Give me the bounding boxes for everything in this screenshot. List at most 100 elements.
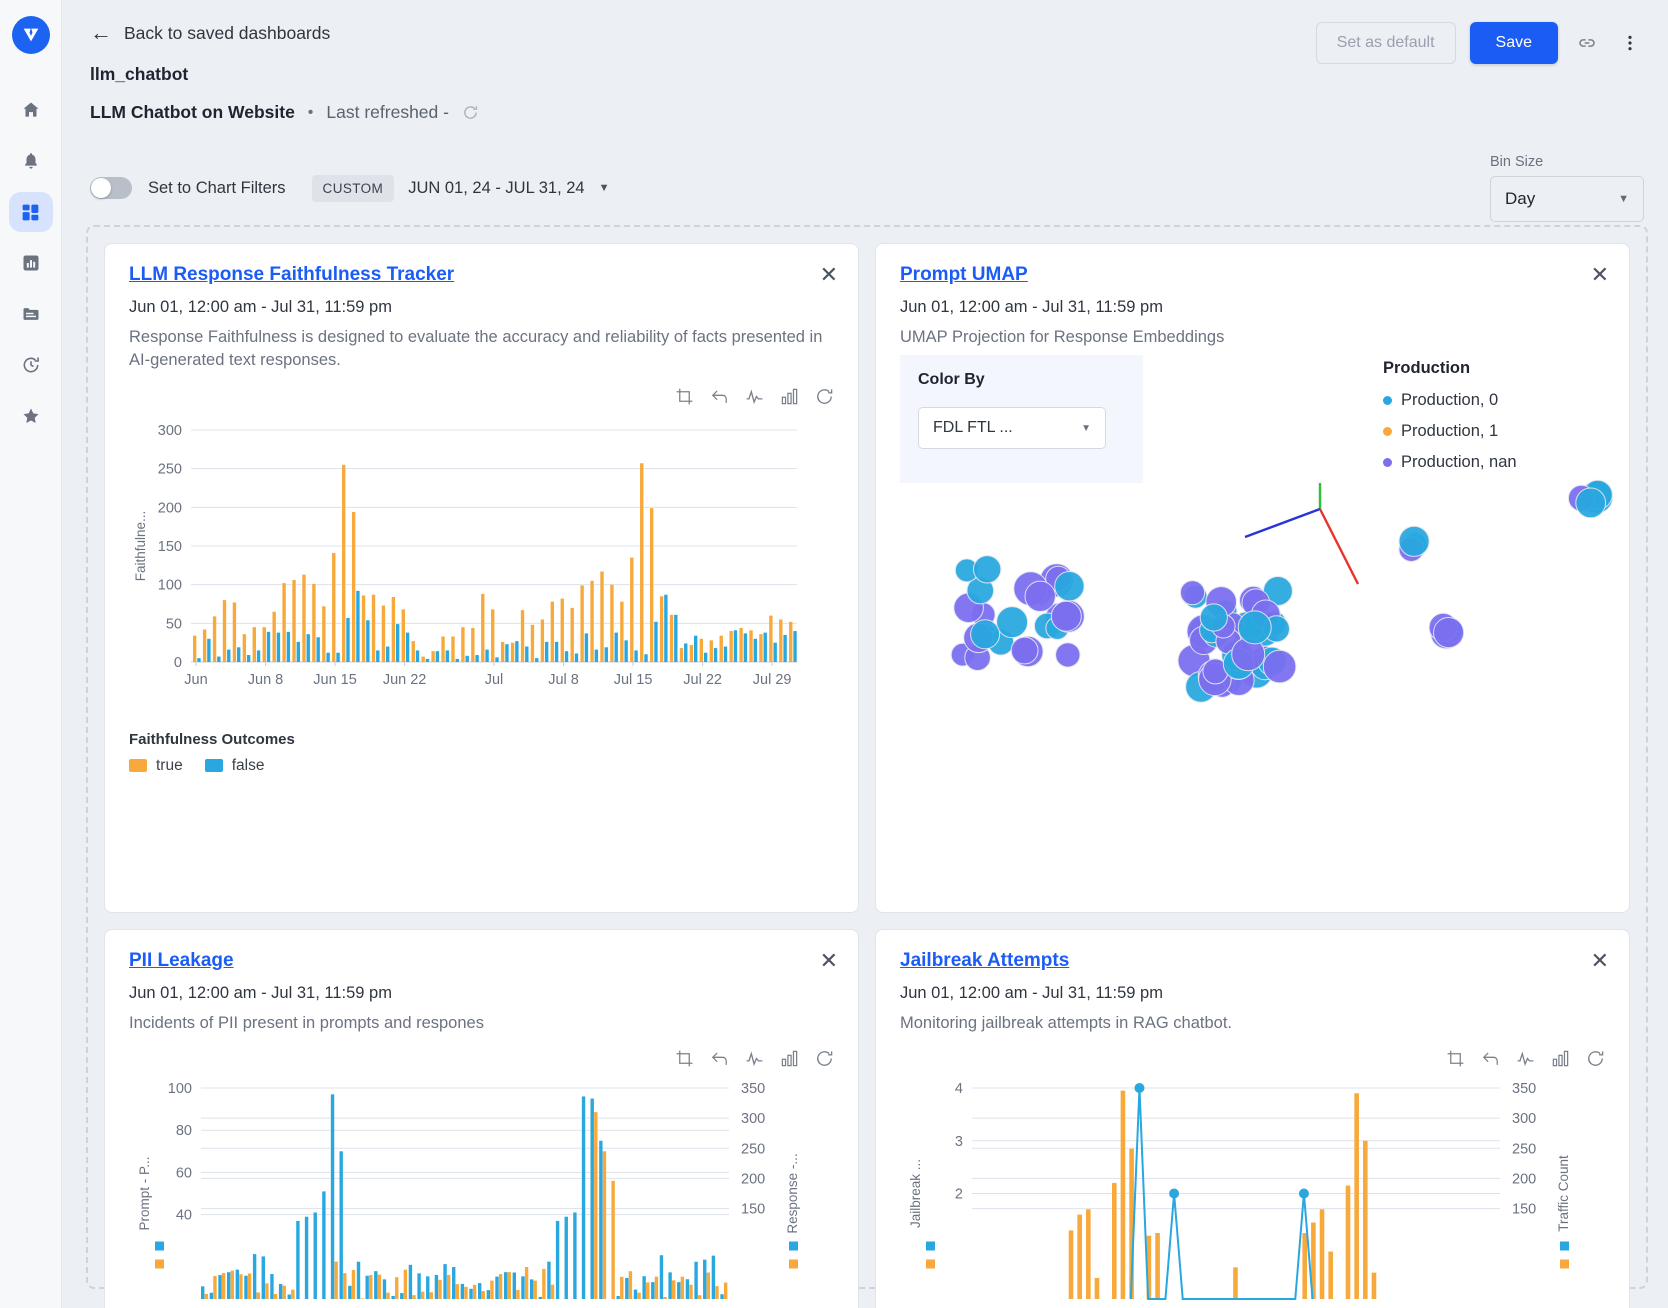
date-range-value[interactable]: JUN 01, 24 - JUL 31, 24 <box>408 179 584 198</box>
svg-text:Jailbreak ...: Jailbreak ... <box>908 1159 923 1228</box>
svg-text:150: 150 <box>1512 1202 1536 1218</box>
svg-text:300: 300 <box>1512 1112 1536 1128</box>
chart-toolbar <box>129 1049 834 1068</box>
reset-zoom-icon[interactable] <box>1481 1049 1500 1068</box>
main-area: ← Back to saved dashboards Set as defaul… <box>62 0 1668 1308</box>
bell-icon <box>24 153 37 169</box>
legend-dot <box>1383 458 1392 468</box>
legend-dot <box>1383 396 1392 406</box>
sidebar-item-history[interactable] <box>9 345 53 385</box>
crop-zoom-icon[interactable] <box>675 387 694 406</box>
link-icon[interactable] <box>1572 28 1602 58</box>
legend-items: true false <box>129 757 834 775</box>
svg-text:100: 100 <box>168 1081 192 1097</box>
card-title-link[interactable]: Prompt UMAP <box>900 264 1028 286</box>
legend-item-true[interactable]: true <box>129 757 183 775</box>
line-chart-icon[interactable] <box>1516 1049 1535 1068</box>
card-description: UMAP Projection for Response Embeddings <box>900 328 1225 346</box>
arrow-left-icon: ← <box>90 20 112 45</box>
legend-item-false[interactable]: false <box>204 756 265 775</box>
range-mode-chip[interactable]: CUSTOM <box>311 174 395 202</box>
close-icon[interactable]: ✕ <box>820 950 838 972</box>
bin-size-select[interactable]: Day ▼ <box>1490 176 1644 222</box>
card-pii-leakage: ✕ PII Leakage Jun 01, 12:00 am - Jul 31,… <box>104 929 859 1308</box>
sidebar-item-models[interactable] <box>9 243 53 283</box>
bar-chart-icon[interactable] <box>780 387 799 406</box>
top-actions: Set as default Save <box>1315 22 1644 64</box>
legend-label: Production, 0 <box>1401 391 1499 410</box>
legend-item-production-nan[interactable]: Production, nan <box>1383 453 1593 472</box>
set-to-chart-filters-toggle[interactable] <box>90 177 132 199</box>
bin-size-control: Bin Size Day ▼ <box>1490 154 1644 222</box>
sidebar-item-favorites[interactable] <box>9 396 53 436</box>
dashboard-grid-container: ✕ LLM Response Faithfulness Tracker Jun … <box>86 225 1648 1308</box>
legend-swatch <box>129 759 147 773</box>
kebab-menu-icon[interactable] <box>1616 29 1644 57</box>
sidebar-item-home[interactable] <box>9 90 53 130</box>
svg-text:4: 4 <box>955 1081 963 1097</box>
card-description: Response Faithfulness is designed to eva… <box>129 328 823 370</box>
legend-label: false <box>231 756 265 774</box>
dashboard-grid-icon <box>22 204 39 220</box>
svg-text:Jun 8: Jun 8 <box>248 672 283 688</box>
title-separator: • <box>307 103 314 121</box>
refresh-icon[interactable] <box>462 104 479 121</box>
card-title-link[interactable]: PII Leakage <box>129 950 234 972</box>
close-icon[interactable]: ✕ <box>1591 264 1609 286</box>
arize-logo-icon[interactable] <box>11 16 50 54</box>
svg-text:150: 150 <box>158 539 182 555</box>
legend-label: true <box>156 756 183 774</box>
refresh-icon[interactable] <box>1586 1049 1605 1068</box>
svg-text:Jun 15: Jun 15 <box>313 672 357 688</box>
svg-text:250: 250 <box>158 462 182 478</box>
line-chart-icon[interactable] <box>745 1049 764 1068</box>
save-button[interactable]: Save <box>1469 22 1558 64</box>
legend-item-production-1[interactable]: Production, 1 <box>1383 422 1593 441</box>
svg-text:200: 200 <box>1512 1172 1536 1188</box>
svg-text:2: 2 <box>955 1187 963 1203</box>
legend-title: Faithfulness Outcomes <box>129 730 295 748</box>
card-date-range: Jun 01, 12:00 am - Jul 31, 11:59 pm <box>129 298 392 316</box>
svg-text:300: 300 <box>741 1112 765 1128</box>
folder-icon <box>23 308 38 320</box>
svg-text:250: 250 <box>741 1142 765 1158</box>
jailbreak-chart[interactable]: 2 3 4 150 200 250 300 350 Jailbreak ... Traffic C… <box>900 1074 1605 1308</box>
crop-zoom-icon[interactable] <box>1446 1049 1465 1068</box>
chart-toolbar <box>129 387 834 406</box>
close-icon[interactable]: ✕ <box>1591 950 1609 972</box>
faithfulness-chart[interactable]: 0 50 100 150 200 250 300 Faithfulne... Jun Jun 8 J… <box>129 412 834 717</box>
chart-toolbar <box>900 1049 1605 1068</box>
svg-text:200: 200 <box>741 1172 765 1188</box>
bar-chart-icon[interactable] <box>780 1049 799 1068</box>
umap-body: Color By FDL FTL ... ▼ Production Produc… <box>900 349 1614 819</box>
bar-chart-icon[interactable] <box>1551 1049 1570 1068</box>
dashboard-title-row: LLM Chatbot on Website • Last refreshed … <box>90 102 1640 123</box>
svg-text:0: 0 <box>174 655 182 671</box>
bar-chart-icon <box>23 255 38 271</box>
sidebar-item-dashboards[interactable] <box>8 192 53 232</box>
home-icon <box>23 102 38 117</box>
legend-item-production-0[interactable]: Production, 0 <box>1383 391 1593 410</box>
reset-zoom-icon[interactable] <box>710 1049 729 1068</box>
chevron-down-icon[interactable]: ▼ <box>599 182 610 194</box>
sidebar-item-datasets[interactable] <box>9 294 53 334</box>
back-to-dashboards-link[interactable]: ← Back to saved dashboards <box>90 22 330 44</box>
svg-text:Jun 22: Jun 22 <box>383 672 427 688</box>
refresh-icon[interactable] <box>815 1049 834 1068</box>
line-chart-icon[interactable] <box>745 387 764 406</box>
card-title-link[interactable]: LLM Response Faithfulness Tracker <box>129 264 454 286</box>
card-title-link[interactable]: Jailbreak Attempts <box>900 950 1069 972</box>
card-llm-response-faithfulness-tracker: ✕ LLM Response Faithfulness Tracker Jun … <box>104 243 859 913</box>
sidebar-item-notifications[interactable] <box>9 141 53 181</box>
crop-zoom-icon[interactable] <box>675 1049 694 1068</box>
set-as-default-button[interactable]: Set as default <box>1315 22 1456 64</box>
svg-text:Faithfulne...: Faithfulne... <box>133 511 148 582</box>
refresh-icon[interactable] <box>815 387 834 406</box>
svg-text:150: 150 <box>741 1202 765 1218</box>
close-icon[interactable]: ✕ <box>820 264 838 286</box>
pii-leakage-chart[interactable]: 40 60 80 100 150 200 250 300 350 Prompt - P... Res… <box>129 1074 834 1308</box>
reset-zoom-icon[interactable] <box>710 387 729 406</box>
svg-text:Jul 29: Jul 29 <box>753 672 792 688</box>
card-date-range: Jun 01, 12:00 am - Jul 31, 11:59 pm <box>129 984 392 1002</box>
svg-text:Jun: Jun <box>184 672 207 688</box>
